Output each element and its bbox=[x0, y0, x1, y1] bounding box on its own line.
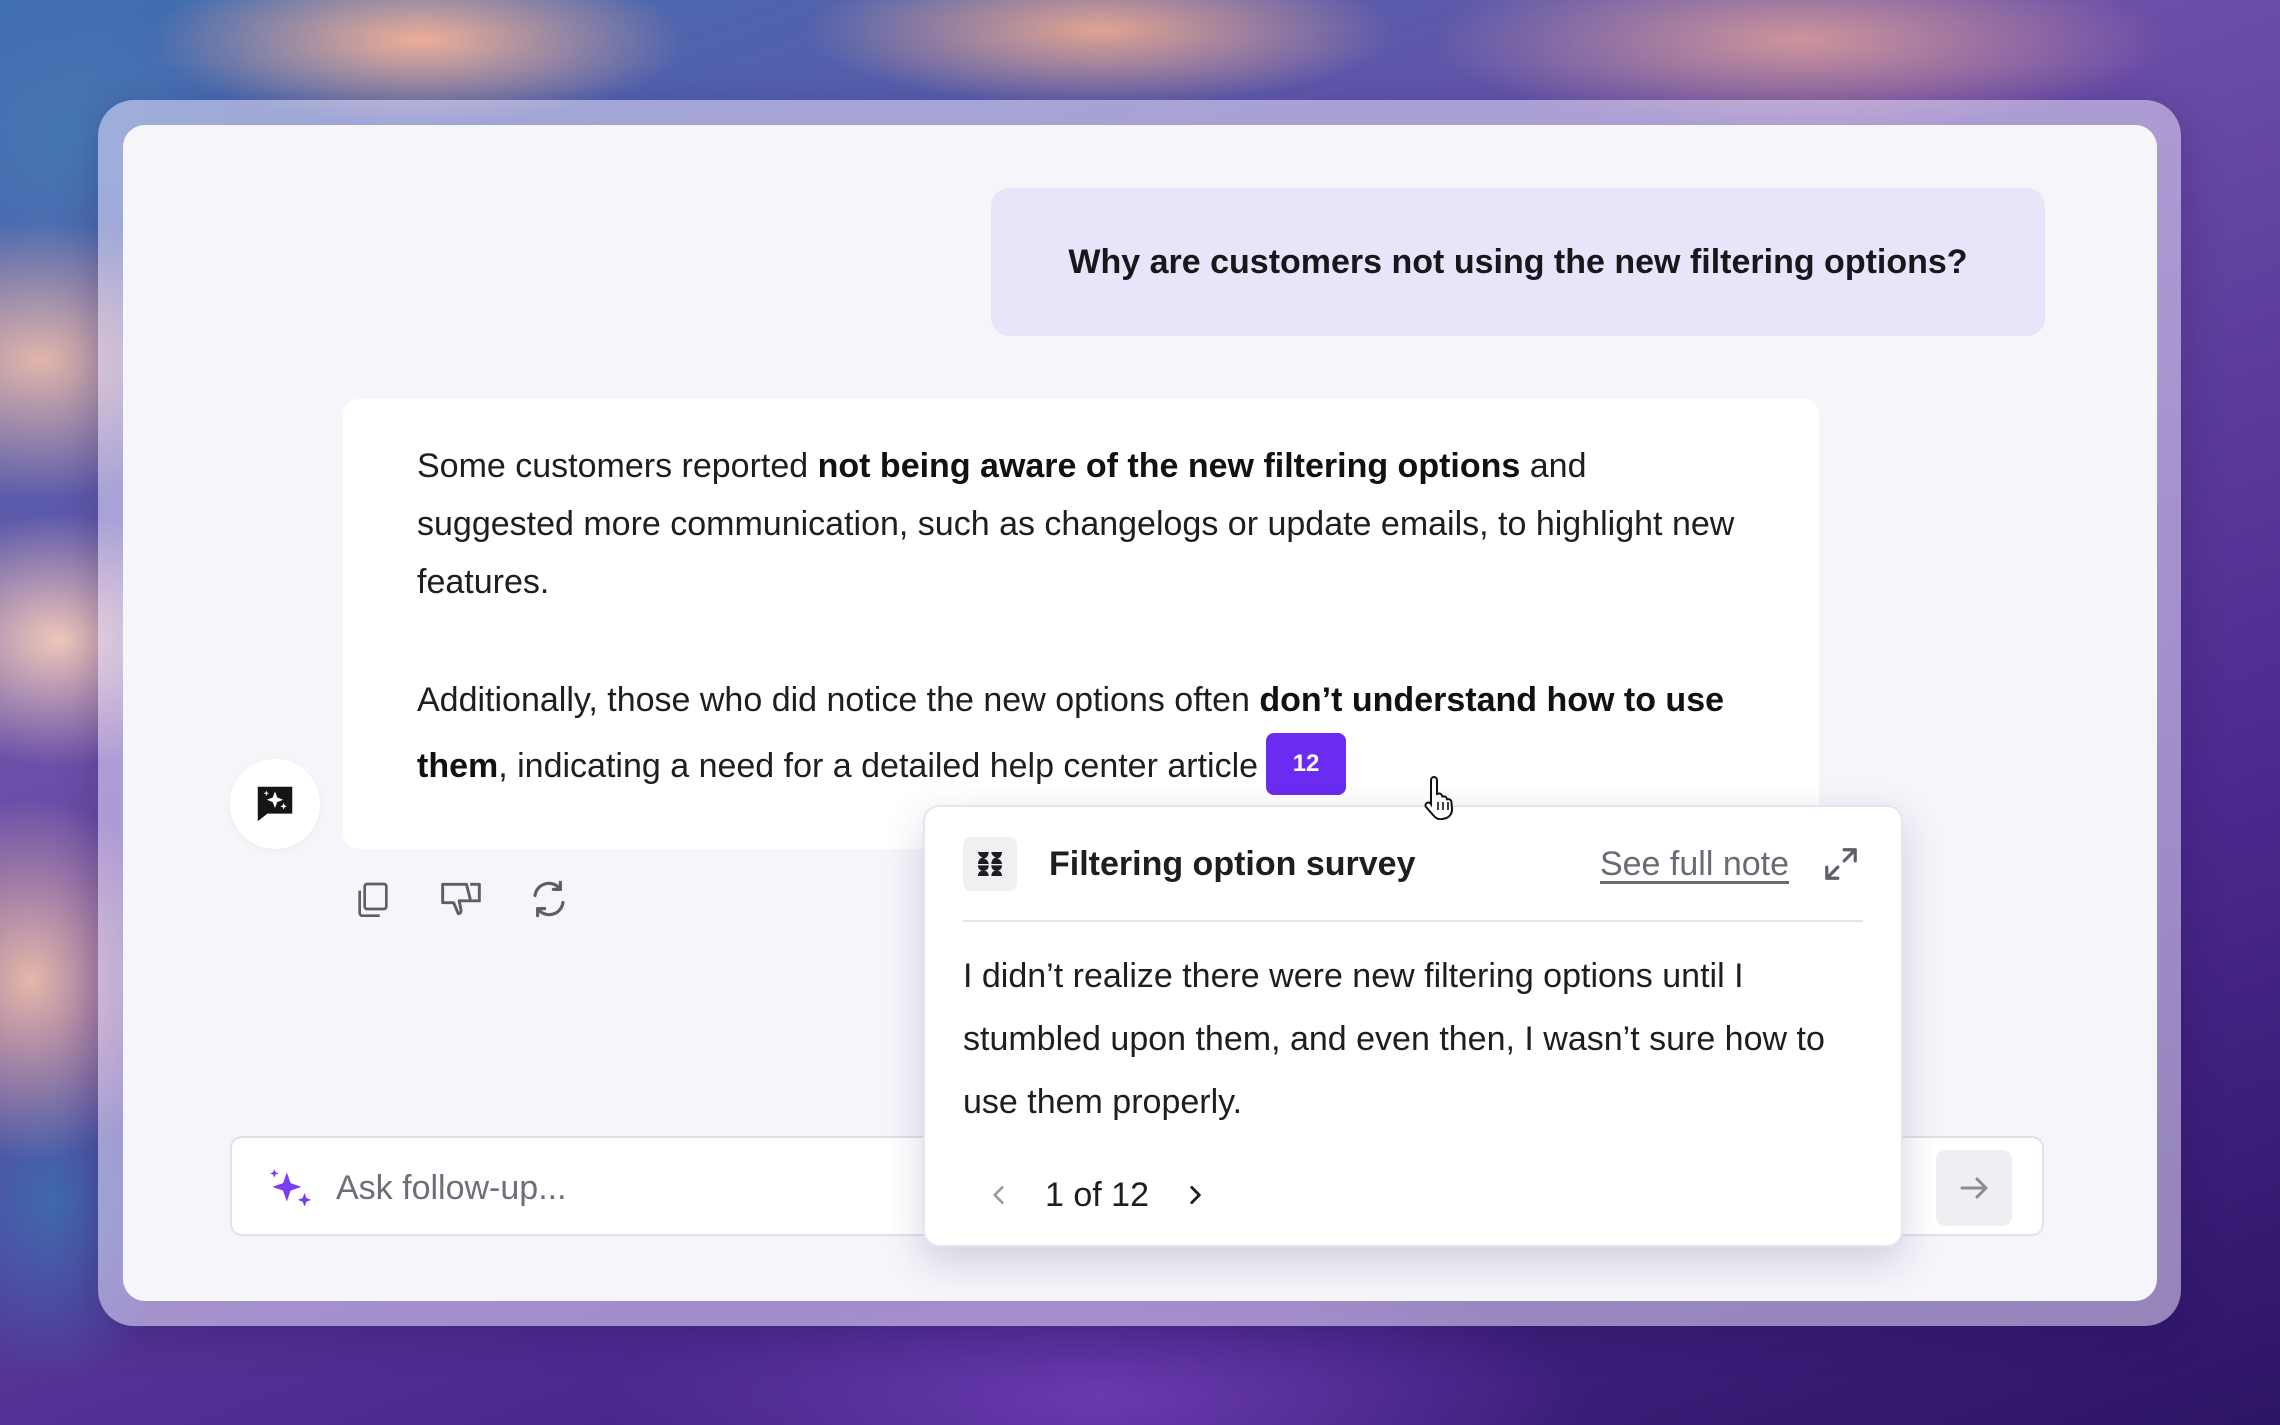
ai-chat-icon bbox=[257, 786, 293, 822]
user-message-text: Why are customers not using the new filt… bbox=[1068, 242, 1968, 281]
popover-divider bbox=[963, 920, 1863, 922]
answer-highlight: not being aware of the new filtering opt… bbox=[817, 447, 1521, 485]
assistant-avatar bbox=[230, 759, 320, 849]
page-counter: 1 of 12 bbox=[1045, 1175, 1149, 1214]
arrow-right-icon bbox=[1960, 1177, 1988, 1199]
thumbs-down-button[interactable] bbox=[431, 871, 491, 927]
answer-paragraph-1: Some customers reported not being aware … bbox=[417, 437, 1745, 611]
expand-icon bbox=[1825, 848, 1857, 880]
regenerate-button[interactable] bbox=[519, 871, 579, 927]
answer-paragraph-2: Additionally, those who did notice the n… bbox=[417, 667, 1745, 799]
chevron-right-icon bbox=[1190, 1186, 1201, 1204]
popover-pager: 1 of 12 bbox=[979, 1167, 1215, 1223]
sparkle-icon bbox=[270, 1169, 312, 1207]
popover-title: Filtering option survey bbox=[1049, 844, 1416, 883]
thumbs-down-icon bbox=[441, 882, 481, 916]
popover-quote: I didn’t realize there were new filterin… bbox=[963, 957, 1825, 1121]
citation-badge[interactable]: 12 bbox=[1266, 733, 1347, 796]
user-message: Why are customers not using the new filt… bbox=[991, 188, 2045, 336]
answer-text: Additionally, those who did notice the n… bbox=[417, 681, 1260, 719]
answer-text: , indicating a need for a detailed help … bbox=[498, 747, 1259, 785]
source-logo-icon bbox=[963, 837, 1017, 891]
answer-text: Some customers reported bbox=[417, 447, 818, 485]
hand-cursor-icon bbox=[1424, 775, 1454, 820]
popover-header: Filtering option survey See full note bbox=[963, 837, 1863, 891]
previous-button[interactable] bbox=[979, 1170, 1019, 1220]
assistant-answer: Some customers reported not being aware … bbox=[343, 399, 1819, 849]
copy-icon bbox=[358, 882, 388, 917]
send-button[interactable] bbox=[1936, 1150, 2012, 1226]
chat-window: Why are customers not using the new filt… bbox=[123, 125, 2157, 1301]
copy-button[interactable] bbox=[343, 871, 403, 927]
regenerate-icon bbox=[533, 880, 565, 918]
next-button[interactable] bbox=[1175, 1170, 1215, 1220]
citation-popover: Filtering option survey See full note I … bbox=[923, 805, 1903, 1247]
answer-actions bbox=[343, 871, 579, 927]
expand-button[interactable] bbox=[1819, 842, 1863, 886]
see-full-note-link[interactable]: See full note bbox=[1600, 845, 1789, 884]
chevron-left-icon bbox=[993, 1186, 1004, 1204]
